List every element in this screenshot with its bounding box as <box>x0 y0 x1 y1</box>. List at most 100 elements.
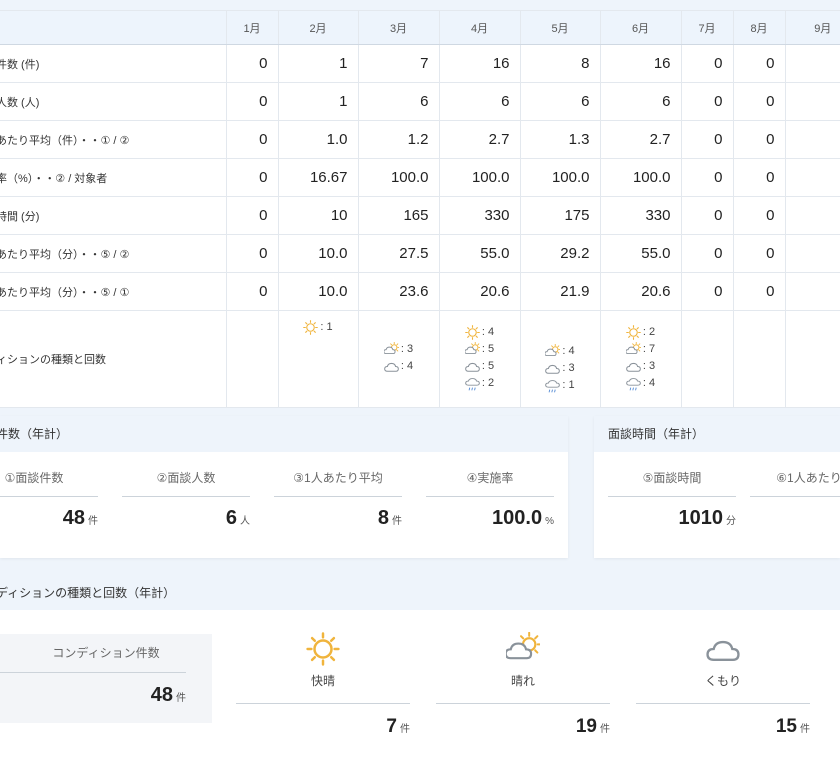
metric-value: 6人 <box>122 507 250 530</box>
condition-total-unit: 件 <box>176 693 186 704</box>
condition-cell: : 4: 3: 1 <box>519 310 600 408</box>
table-cell: 0 <box>732 272 785 311</box>
table-cell: 330 <box>438 196 520 235</box>
metric-number: 48 <box>62 507 85 529</box>
condition-cell <box>732 310 785 408</box>
condition-type: 晴れ 19 件 <box>436 631 610 738</box>
table-cell: 1.0 <box>277 120 358 159</box>
table-cell: 1 <box>277 82 358 121</box>
metric-number: 8 <box>377 507 389 529</box>
condition-total-rule <box>0 672 186 673</box>
condition-total-value: 48 件 <box>151 684 186 707</box>
metric-rule <box>274 496 402 497</box>
table-cell: 0 <box>680 272 733 311</box>
table-cell: 6 <box>438 82 520 121</box>
table-cell: 21.9 <box>519 272 600 311</box>
month-header: 9月 <box>784 10 840 45</box>
table-cell: 20.6 <box>438 272 520 311</box>
condition-count: : 1 <box>320 321 333 333</box>
metric-rule <box>608 496 736 497</box>
condition-cell: : 4: 5: 5: 2 <box>438 310 520 408</box>
metric-label: ⑥1人あたり平 <box>776 471 840 485</box>
condition-section-title: ディションの種類と回数（年計） <box>0 586 176 600</box>
condition-item: : 4 <box>626 375 655 392</box>
table-cell: 16 <box>438 44 520 83</box>
condition-item: : 2 <box>626 324 655 341</box>
metric-unit: 件 <box>88 516 98 527</box>
table-cell: 0 <box>784 44 840 83</box>
metric-unit: % <box>545 516 554 527</box>
table-cell: 2.7 <box>599 120 681 159</box>
condition-count: : 7 <box>642 343 656 355</box>
table-cell: 0 <box>784 234 840 273</box>
table-cell: 0 <box>225 158 278 197</box>
table-cell: 0 <box>225 82 278 121</box>
table-row: 率（%）・・② / 対象者 0 16.67 100.0 100.0 100.0 100.0 0… <box>0 158 840 197</box>
monthly-table: 1月2月3月4月5月6月7月8月9月 件数 (件)01716816000人数 (… <box>0 10 840 408</box>
condition-item: : 5 <box>465 358 494 375</box>
table-cell: 0 <box>680 196 733 235</box>
table-cell: 6 <box>357 82 439 121</box>
condition-count: : 4 <box>642 377 656 389</box>
table-cell: 0 <box>225 120 278 159</box>
condition-type-label: 晴れ <box>510 674 535 688</box>
table-cell: 55.0 <box>599 234 681 273</box>
table-cell: 8 <box>519 44 600 83</box>
condition-item: : 3 <box>626 358 655 375</box>
table-cell: 1 <box>277 44 358 83</box>
table-cell: 20.6 <box>599 272 681 311</box>
condition-count: : 5 <box>481 343 495 355</box>
metric-value: 8件 <box>274 507 402 530</box>
table-cell: 0 <box>732 120 785 159</box>
row-label: 件数 (件) <box>0 44 226 83</box>
condition-type-unit: 件 <box>600 724 610 735</box>
table-row: あたり平均（件）・・① / ②01.01.22.71.32.7000 <box>0 120 840 159</box>
table-header-row: 1月 2月 3月 4月 5月 6月 7月 8月 9月 <box>0 10 840 45</box>
condition-type-rule <box>636 703 810 704</box>
metric-number: 1010 <box>678 507 724 529</box>
condition-item: : 3 <box>383 341 414 358</box>
month-header: 1月 <box>225 10 278 45</box>
table-cell: 10 <box>277 196 358 235</box>
condition-item: : 2 <box>465 375 494 392</box>
table-cell: 0 <box>225 272 278 311</box>
row-label: あたり平均（分）・・⑤ / ② <box>0 234 226 273</box>
condition-total-box: コンディション件数 48 件 <box>0 634 212 723</box>
metric-unit: 分 <box>726 516 736 527</box>
condition-count: : 2 <box>642 326 656 338</box>
metric-value: 100.0% <box>426 507 554 530</box>
month-header: 8月 <box>732 10 785 45</box>
partly-cloudy-icon <box>383 342 399 355</box>
row-label: あたり平均（件）・・① / ② <box>0 120 226 159</box>
condition-count: : 4 <box>562 345 575 357</box>
table-cell: 100.0 <box>438 158 520 197</box>
table-cell: 0 <box>680 158 733 197</box>
condition-item: : 1 <box>545 377 575 394</box>
condition-cell <box>225 310 278 408</box>
summary-metric: ②面談人数 6人 <box>122 468 250 530</box>
condition-type-label: くもり <box>704 674 741 688</box>
partly-cloudy-icon <box>545 344 561 357</box>
summary-metric: ⑤面談時間 1010 分 <box>608 468 736 530</box>
table-cell: 0 <box>784 120 840 159</box>
rain-icon <box>545 380 561 393</box>
metric-value: 16 <box>750 507 840 530</box>
count-card-title: 件数（年計） <box>0 416 568 452</box>
table-cell: 10.0 <box>277 272 358 311</box>
condition-type-label: 快晴 <box>310 674 335 688</box>
condition-panel: コンディション件数 48 件 快晴 7件 晴れ 19 件 くもり 15 件 <box>0 610 840 762</box>
condition-count: : 3 <box>400 343 414 355</box>
table-cell: 100.0 <box>357 158 439 197</box>
rain-icon <box>465 378 480 391</box>
header-blank <box>0 10 226 45</box>
table-cell: 0 <box>784 196 840 235</box>
table-cell: 7 <box>357 44 439 83</box>
partly-cloudy-icon <box>504 631 542 660</box>
month-header: 5月 <box>519 10 600 45</box>
table-row: あたり平均（分）・・⑤ / ①010.023.620.621.920.6000 <box>0 272 840 311</box>
condition-type-rule <box>436 703 610 704</box>
table-cell: 0 <box>732 158 785 197</box>
table-cell: 0 <box>680 44 733 83</box>
table-cell: 0 <box>680 234 733 273</box>
condition-item: : 4 <box>384 358 413 375</box>
